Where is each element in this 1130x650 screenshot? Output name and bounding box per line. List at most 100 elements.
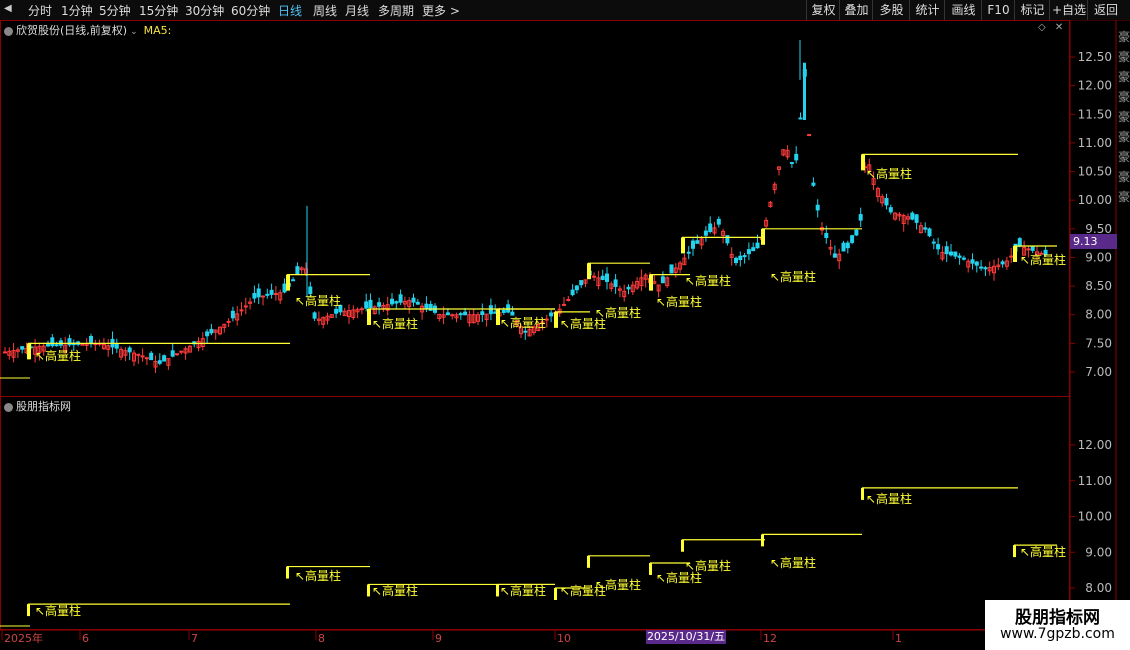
candle-body <box>660 276 665 284</box>
candle-body <box>282 283 287 293</box>
date-label: 7 <box>191 632 198 645</box>
candle-body <box>1009 255 1014 258</box>
candle-body <box>858 214 863 221</box>
settings-dot-icon[interactable] <box>4 26 13 36</box>
volume-marker <box>1013 246 1017 262</box>
side-column-char: 豪 <box>1118 30 1130 44</box>
price-tick-label: 12.50 <box>1078 50 1112 64</box>
stock-title: 欣贺股份(日线,前复权) ⌄ MA5: <box>4 22 171 38</box>
candle-body <box>755 242 760 249</box>
price-tick-label: 12.00 <box>1078 79 1112 93</box>
candle-body <box>725 235 730 244</box>
candle-body <box>445 312 450 316</box>
marker-label: ↖高量柱 <box>595 305 641 320</box>
candle-body <box>738 255 743 261</box>
candle-body <box>523 330 528 333</box>
candle-body <box>961 257 966 260</box>
candle-body <box>157 360 162 364</box>
marker-label: ↖高量柱 <box>656 294 702 309</box>
candle-body <box>854 229 859 236</box>
candle-body <box>841 242 846 252</box>
sub-tick-label: 12.00 <box>1078 438 1112 452</box>
candle-body <box>377 302 382 307</box>
candle-body <box>592 275 597 278</box>
price-tick-label: 8.50 <box>1085 279 1112 293</box>
sub-tick-label: 10.00 <box>1078 510 1112 524</box>
marker-label: ↖高量柱 <box>372 316 418 331</box>
candle-body <box>239 309 244 312</box>
side-column-char: 豪 <box>1118 110 1130 124</box>
sub-marker <box>681 539 684 552</box>
volume-marker <box>286 274 290 291</box>
candle-body <box>927 228 932 237</box>
date-label: 10 <box>557 632 571 645</box>
candle-body <box>273 293 278 296</box>
candle-body <box>256 288 261 298</box>
candle-spike-body <box>803 62 806 120</box>
candle-body <box>613 279 618 287</box>
candle-body <box>54 344 59 347</box>
candle-body <box>600 275 605 280</box>
candle-body <box>824 232 829 239</box>
sub-marker <box>367 584 370 597</box>
date-label: 6 <box>82 632 89 645</box>
candle-body <box>243 305 248 308</box>
candle-body <box>265 293 270 296</box>
sub-marker-label: ↖高量柱 <box>372 583 418 598</box>
candle-body <box>1017 238 1022 247</box>
marker-label: ↖高量柱 <box>770 269 816 284</box>
candle-body <box>1000 261 1005 265</box>
candle-body <box>734 257 738 263</box>
candle-body <box>686 251 691 254</box>
marker-label: ↖高量柱 <box>295 293 341 308</box>
diamond-icon[interactable]: ◇ <box>1038 22 1046 33</box>
watermark-url: www.7gpzb.com <box>1000 626 1115 642</box>
sub-marker <box>286 566 289 579</box>
sub-marker-label: ↖高量柱 <box>500 583 546 598</box>
sub-marker-label: ↖高量柱 <box>595 577 641 592</box>
watermark-title: 股朋指标网 <box>1015 608 1100 628</box>
candle-body <box>979 266 984 269</box>
price-tick-label: 10.50 <box>1078 165 1112 179</box>
candle-body <box>549 312 554 317</box>
sub-marker <box>554 588 557 600</box>
candle-body <box>368 299 373 308</box>
candle-body <box>226 320 231 323</box>
volume-marker <box>761 228 765 245</box>
candle-body <box>136 353 141 356</box>
candle-body <box>334 308 339 314</box>
price-tick-label: 7.00 <box>1085 365 1112 379</box>
candle-body <box>716 218 721 225</box>
sub-marker-label: ↖高量柱 <box>295 568 341 583</box>
chart-canvas[interactable]: 12.5012.0011.5011.0010.5010.009.509.008.… <box>0 0 1130 650</box>
price-tick-label: 11.50 <box>1078 107 1112 121</box>
sub-marker <box>649 562 652 575</box>
price-tick-label: 10.00 <box>1078 193 1112 207</box>
dropdown-chevron-icon[interactable]: ⌄ <box>130 27 138 37</box>
close-icon[interactable]: ✕ <box>1055 22 1063 33</box>
candle-body <box>703 230 708 236</box>
sub-marker-label: ↖高量柱 <box>35 603 81 618</box>
date-label: 1 <box>895 632 902 645</box>
sub-marker <box>27 604 30 617</box>
candle-body <box>295 266 300 275</box>
candle-body <box>127 347 132 353</box>
price-tick-label: 11.00 <box>1078 136 1112 150</box>
candle-body <box>815 204 820 211</box>
candle-body <box>80 343 85 346</box>
candle-body <box>179 350 184 353</box>
candle-body <box>140 355 145 358</box>
price-tick-label: 8.00 <box>1085 308 1112 322</box>
candle-body <box>291 279 296 282</box>
candle-body <box>209 328 214 334</box>
candle-body <box>144 357 149 360</box>
sub-settings-dot-icon[interactable] <box>4 402 13 412</box>
candle-body <box>364 301 369 309</box>
marker-label: ↖高量柱 <box>866 166 912 181</box>
sub-marker <box>496 584 499 597</box>
date-label: 8 <box>318 632 325 645</box>
candle-body <box>910 212 915 220</box>
indicator-name: 股朋指标网 <box>16 400 71 413</box>
sub-marker <box>761 534 764 547</box>
candle-body <box>807 134 812 137</box>
